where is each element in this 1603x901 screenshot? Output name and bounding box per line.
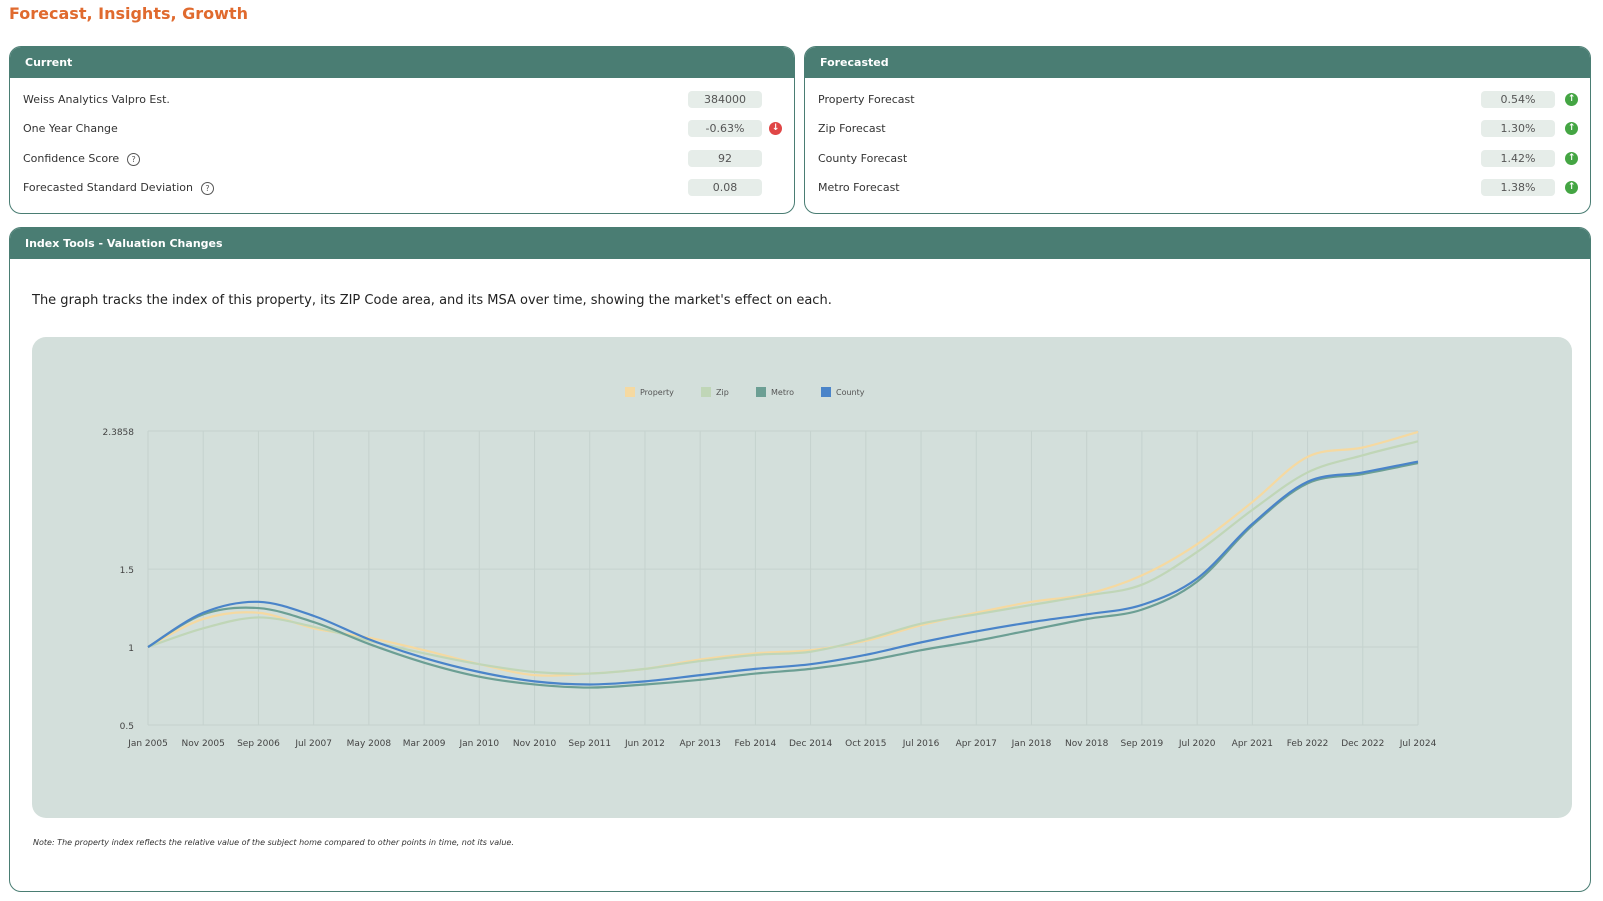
std-deviation-row: Forecasted Standard Deviation? 0.08 [10,178,794,200]
current-panel-title: Current [10,47,794,78]
legend-swatch-zip [701,387,711,397]
legend-label-property: Property [640,388,674,397]
x-tick-label: Jul 2007 [294,739,332,749]
x-tick-label: Oct 2015 [845,739,886,749]
confidence-score-value: 92 [688,150,762,167]
property-forecast-label: Property Forecast [818,93,915,106]
forecasted-panel-title: Forecasted [805,47,1590,78]
x-tick-label: Feb 2022 [1287,739,1329,749]
x-tick-label: Jan 2005 [127,739,168,749]
county-forecast-row: County Forecast 1.42% ↑ [805,149,1590,171]
legend-swatch-county [821,387,831,397]
legend-label-county: County [836,388,865,397]
forecasted-panel: Forecasted Property Forecast 0.54% ↑ Zip… [804,46,1591,214]
x-tick-label: Sep 2006 [237,739,280,749]
legend-swatch-metro [756,387,766,397]
x-tick-label: Apr 2021 [1232,739,1273,749]
metro-forecast-label: Metro Forecast [818,181,900,194]
valpro-estimate-label: Weiss Analytics Valpro Est. [23,93,170,106]
index-line-chart: 0.5 1 1.5 2.3858 Jan 2005 Nov 2005 Sep 2006 Jul… [103,387,1437,749]
property-forecast-row: Property Forecast 0.54% ↑ [805,90,1590,112]
legend-label-metro: Metro [771,388,794,397]
x-tick-label: Nov 2005 [182,739,225,749]
x-tick-label: Jul 2016 [902,739,940,749]
x-tick-label: Sep 2019 [1121,739,1164,749]
x-tick-label: Mar 2009 [403,739,446,749]
x-tick-label: Dec 2014 [789,739,832,749]
property-forecast-value: 0.54% [1481,91,1555,108]
zip-forecast-value: 1.30% [1481,120,1555,137]
one-year-change-row: One Year Change -0.63% ↓ [10,119,794,141]
x-tick-label: May 2008 [347,739,392,749]
arrow-up-icon: ↑ [1565,181,1578,194]
x-tick-label: Jul 2020 [1178,739,1216,749]
valpro-estimate-row: Weiss Analytics Valpro Est. 384000 [10,90,794,112]
y-tick-label: 0.5 [120,722,134,732]
series-line-property [147,430,1419,677]
index-tools-panel: Index Tools - Valuation Changes The grap… [9,227,1591,892]
metro-forecast-row: Metro Forecast 1.38% ↑ [805,178,1590,200]
x-tick-label: Nov 2018 [1065,739,1109,749]
chart-note: Note: The property index reflects the re… [33,838,514,847]
x-tick-label: Nov 2010 [513,739,557,749]
x-tick-label: Jan 2018 [1011,739,1052,749]
y-tick-label: 2.3858 [103,428,135,438]
x-tick-label: Apr 2013 [680,739,721,749]
chart-description: The graph tracks the index of this prope… [32,293,832,308]
help-icon[interactable]: ? [127,152,141,166]
confidence-score-row: Confidence Score? 92 [10,149,794,171]
valpro-estimate-value: 384000 [688,91,762,108]
one-year-change-value: -0.63% [688,120,762,137]
arrow-up-icon: ↑ [1565,122,1578,135]
legend-label-zip: Zip [716,388,729,397]
index-tools-title: Index Tools - Valuation Changes [10,228,1590,259]
x-tick-label: Apr 2017 [956,739,997,749]
series-line-zip [147,440,1419,675]
std-deviation-label: Forecasted Standard Deviation [23,181,193,194]
y-tick-label: 1.5 [120,566,134,576]
legend-swatch-property [625,387,635,397]
std-deviation-value: 0.08 [688,179,762,196]
current-panel: Current Weiss Analytics Valpro Est. 3840… [9,46,795,214]
x-tick-label: Feb 2014 [735,739,777,749]
page-title: Forecast, Insights, Growth [9,4,248,23]
x-tick-label: Jan 2010 [458,739,499,749]
x-tick-label: Jun 2012 [624,739,665,749]
one-year-change-label: One Year Change [23,122,118,135]
chart-container: 0.5 1 1.5 2.3858 Jan 2005 Nov 2005 Sep 2006 Jul… [32,337,1572,818]
x-tick-label: Jul 2024 [1399,739,1437,749]
arrow-up-icon: ↑ [1565,152,1578,165]
x-tick-label: Sep 2011 [568,739,611,749]
confidence-score-label: Confidence Score [23,152,120,165]
y-tick-label: 1 [128,644,134,654]
x-tick-label: Dec 2022 [1341,739,1384,749]
county-forecast-value: 1.42% [1481,150,1555,167]
help-icon[interactable]: ? [200,181,214,195]
zip-forecast-label: Zip Forecast [818,122,886,135]
arrow-down-icon: ↓ [769,122,782,135]
zip-forecast-row: Zip Forecast 1.30% ↑ [805,119,1590,141]
county-forecast-label: County Forecast [818,152,908,165]
arrow-up-icon: ↑ [1565,93,1578,106]
metro-forecast-value: 1.38% [1481,179,1555,196]
